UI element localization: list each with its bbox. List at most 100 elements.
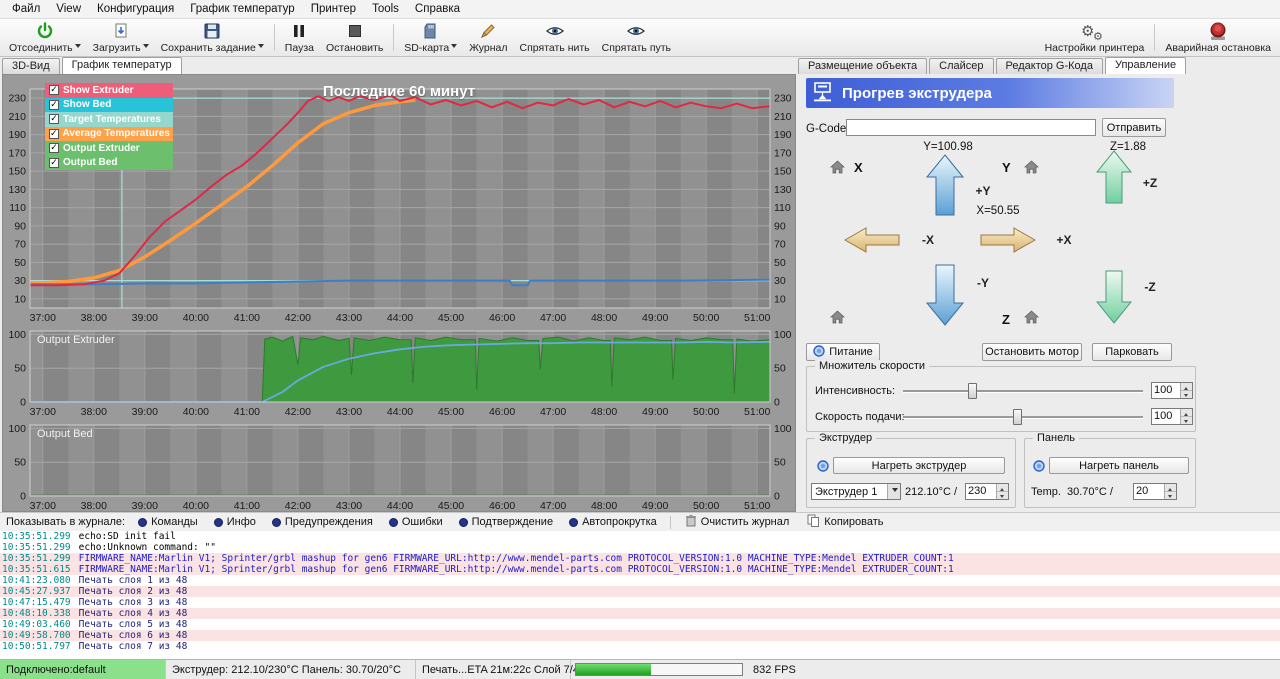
y-position: Y=100.98 (908, 141, 988, 153)
log-filter-Инфо[interactable]: Инфо (207, 515, 263, 529)
spinner-up-icon[interactable] (1165, 484, 1176, 492)
log-output[interactable]: 10:35:51.299echo:SD init fail10:35:51.29… (0, 531, 1280, 659)
section-title: Прогрев экструдера (842, 85, 992, 102)
stop-motor-button[interactable]: Остановить мотор (982, 343, 1082, 361)
svg-text:42:00: 42:00 (285, 406, 311, 418)
spinner-up-icon[interactable] (1181, 409, 1192, 417)
dropdown-caret-icon[interactable] (143, 44, 149, 51)
log-filter-Команды[interactable]: Команды (131, 515, 205, 529)
bed-target-spinner[interactable]: 20 (1133, 483, 1177, 500)
legend-checkbox[interactable]: ✓ (49, 129, 59, 139)
jog-plus-y-button[interactable]: +Y (926, 154, 964, 216)
toolbar-hide-travel-button[interactable]: Спрятать путь (596, 20, 677, 55)
home-z-button[interactable] (1024, 310, 1040, 325)
jog-minus-y-button[interactable]: -Y (926, 264, 964, 326)
menu-item-Принтер[interactable]: Принтер (303, 1, 364, 17)
menu-item-Конфигурация[interactable]: Конфигурация (89, 1, 182, 17)
heat-extruder-button[interactable]: Нагреть экструдер (833, 457, 1005, 474)
legend-checkbox[interactable]: ✓ (49, 100, 59, 110)
home-all-button[interactable] (830, 310, 846, 325)
clear-log-button[interactable]: Очистить журнал (677, 513, 798, 531)
log-filter-Автопрокрутка[interactable]: Автопрокрутка (562, 515, 664, 529)
toolbar-journal-button[interactable]: Журнал (463, 20, 513, 55)
log-filter-label: Показывать в журнале: (6, 516, 125, 528)
tab-control-3[interactable]: Управление (1105, 57, 1186, 74)
menu-item-Справка[interactable]: Справка (407, 1, 468, 17)
flow-rate-spinner[interactable]: 100 (1151, 382, 1193, 399)
copy-log-button[interactable]: Копировать (799, 513, 891, 531)
extruder-target-spinner[interactable]: 230 (965, 483, 1009, 500)
heat-bed-button[interactable]: Нагреть панель (1049, 457, 1189, 474)
log-row: 10:35:51.615FIRMWARE_NAME:Marlin V1; Spr… (0, 564, 1280, 575)
park-button[interactable]: Парковать (1092, 343, 1172, 361)
slider-thumb[interactable] (968, 383, 977, 399)
send-button[interactable]: Отправить (1102, 118, 1166, 137)
status-print-eta: Печать...ETA 21м:22с Слой 7/48 (416, 660, 571, 679)
menu-item-Tools[interactable]: Tools (364, 1, 407, 17)
axis-x-label: X (854, 160, 863, 175)
tab-control-2[interactable]: Редактор G-Кода (996, 58, 1103, 74)
tab-view-0[interactable]: 3D-Вид (2, 58, 60, 74)
home-y-button[interactable] (1024, 160, 1040, 175)
legend-item[interactable]: ✓Output Bed (45, 156, 173, 171)
toolbar-disconnect-button[interactable]: Отсоединить (3, 20, 87, 55)
tab-control-0[interactable]: Размещение объекта (798, 58, 927, 74)
legend-item[interactable]: ✓Output Extruder (45, 141, 173, 156)
legend-checkbox[interactable]: ✓ (49, 114, 59, 124)
svg-text:50: 50 (14, 363, 26, 375)
menu-item-View[interactable]: View (48, 1, 89, 17)
extruder-heatup-icon (812, 80, 836, 106)
log-message: Печать слоя 6 из 48 (79, 630, 188, 641)
spinner-down-icon[interactable] (997, 492, 1008, 499)
jog-plus-z-button[interactable]: +Z (1096, 150, 1132, 204)
tab-view-1[interactable]: График температур (62, 57, 182, 74)
feed-rate-slider[interactable] (903, 409, 1143, 425)
log-filter-Подтверждение[interactable]: Подтверждение (452, 515, 560, 529)
legend-checkbox[interactable]: ✓ (49, 143, 59, 153)
spinner-down-icon[interactable] (1181, 391, 1192, 398)
power-toggle[interactable]: Питание (806, 343, 880, 361)
toolbar-load-button[interactable]: Загрузить (87, 20, 155, 55)
legend-item[interactable]: ✓Show Extruder (45, 83, 173, 98)
dropdown-caret-icon[interactable] (75, 44, 81, 51)
menu-item-Файл[interactable]: Файл (4, 1, 48, 17)
menu-item-График температур[interactable]: График температур (182, 1, 303, 17)
toolbar-hide-filament-button[interactable]: Спрятать нить (514, 20, 596, 55)
log-timestamp: 10:41:23.080 (2, 575, 71, 586)
stop-icon (346, 22, 364, 41)
toolbar-sd-card-button[interactable]: SD-карта (398, 20, 463, 55)
chevron-down-icon[interactable] (887, 484, 900, 499)
gcode-input[interactable] (846, 119, 1096, 136)
toolbar-printer-settings-button[interactable]: ⚙⚙Настройки принтера (1039, 20, 1151, 55)
spinner-down-icon[interactable] (1165, 492, 1176, 499)
dropdown-caret-icon[interactable] (451, 44, 457, 51)
jog-minus-x-button[interactable]: -X (844, 226, 900, 254)
legend-checkbox[interactable]: ✓ (49, 85, 59, 95)
toolbar-save-job-button[interactable]: Сохранить задание (155, 20, 270, 55)
spinner-down-icon[interactable] (1181, 417, 1192, 424)
feed-rate-spinner[interactable]: 100 (1151, 408, 1193, 425)
svg-text:70: 70 (774, 239, 786, 251)
legend-item[interactable]: ✓Average Temperatures (45, 127, 173, 142)
jog-plus-x-button[interactable]: +X (980, 226, 1036, 254)
tab-control-1[interactable]: Слайсер (929, 58, 993, 74)
log-row: 10:50:51.797Печать слоя 7 из 48 (0, 641, 1280, 652)
toolbar-pause-button[interactable]: Пауза (279, 20, 320, 55)
extruder-target-value: 230 (966, 484, 996, 499)
svg-text:45:00: 45:00 (438, 312, 464, 324)
legend-item[interactable]: ✓Target Temperatures (45, 112, 173, 127)
log-filter-Предупреждения[interactable]: Предупреждения (265, 515, 380, 529)
toolbar-stop-button[interactable]: Остановить (320, 20, 389, 55)
log-filter-Ошибки[interactable]: Ошибки (382, 515, 450, 529)
jog-minus-z-button[interactable]: -Z (1096, 270, 1132, 324)
spinner-up-icon[interactable] (1181, 383, 1192, 391)
legend-item[interactable]: ✓Show Bed (45, 98, 173, 113)
slider-thumb[interactable] (1013, 409, 1022, 425)
extruder-select[interactable]: Экструдер 1 (811, 483, 901, 500)
legend-checkbox[interactable]: ✓ (49, 158, 59, 168)
spinner-up-icon[interactable] (997, 484, 1008, 492)
dropdown-caret-icon[interactable] (258, 44, 264, 51)
flow-rate-slider[interactable] (903, 383, 1143, 399)
home-x-button[interactable] (830, 160, 846, 175)
toolbar-emergency-stop-button[interactable]: Аварийная остановка (1159, 20, 1277, 55)
